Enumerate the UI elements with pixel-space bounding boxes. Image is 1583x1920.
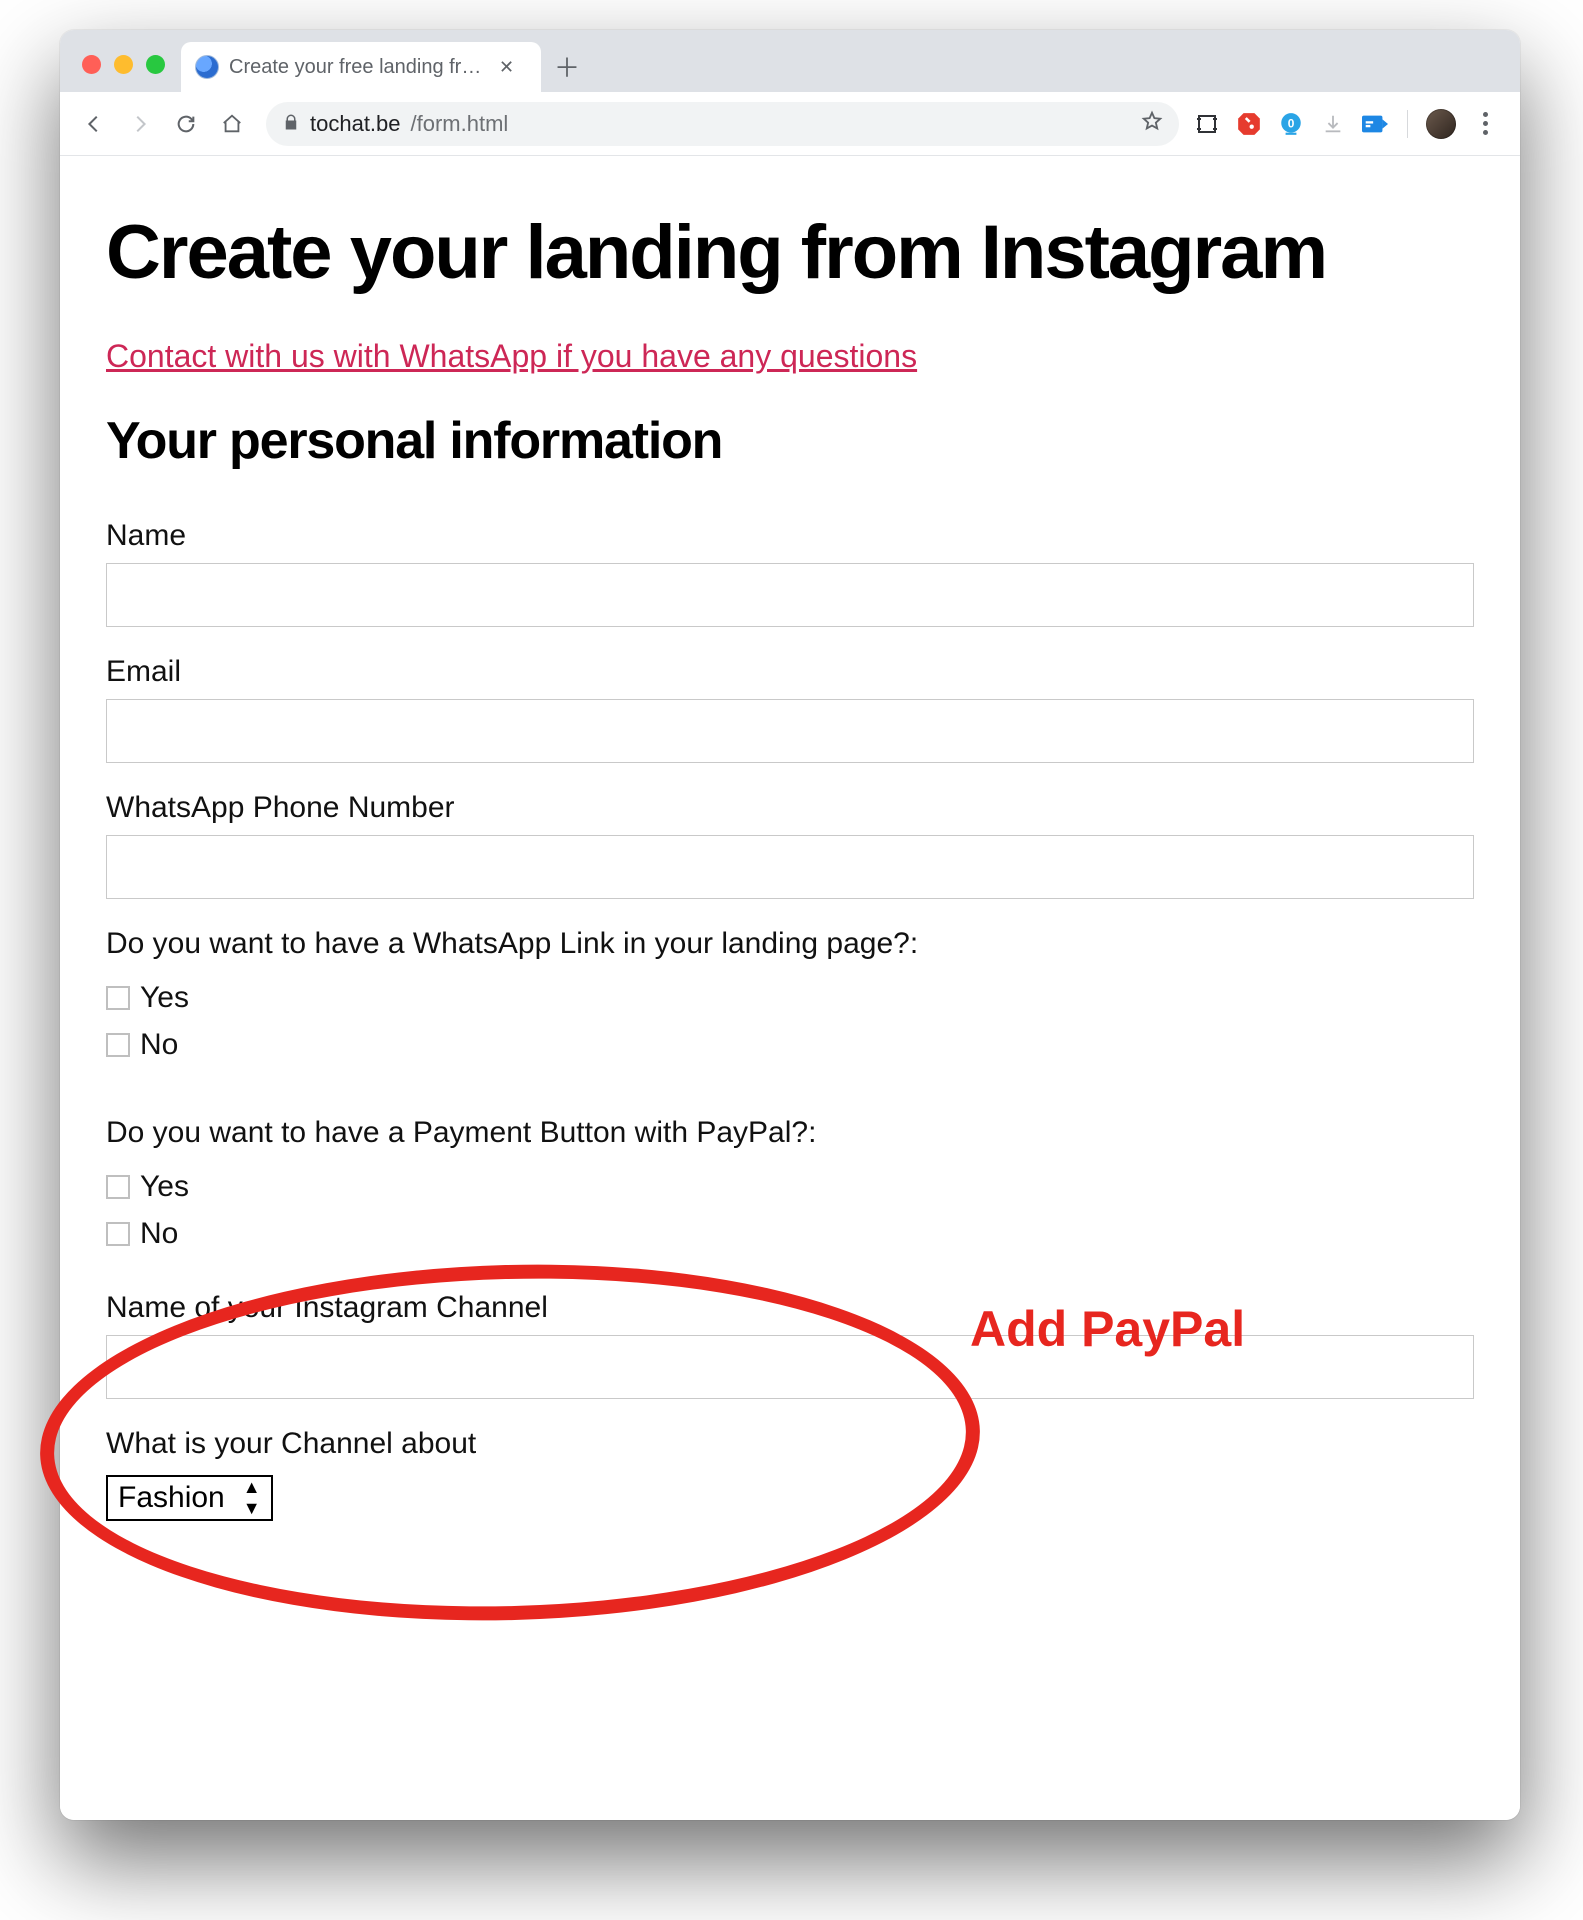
- question-whatsapp-link: Do you want to have a WhatsApp Link in y…: [106, 927, 1474, 961]
- blue-badge-extension-icon[interactable]: 0: [1277, 110, 1305, 138]
- instagram-channel-input[interactable]: [106, 1335, 1474, 1399]
- channel-about-value: Fashion: [118, 1481, 225, 1515]
- crop-extension-icon[interactable]: [1193, 110, 1221, 138]
- extension-icons: 0: [1193, 109, 1506, 139]
- checkbox-icon[interactable]: [106, 1033, 130, 1057]
- profile-avatar[interactable]: [1426, 109, 1456, 139]
- channel-about-select[interactable]: Fashion ▲▼: [106, 1475, 273, 1521]
- option-yes-label: Yes: [140, 975, 189, 1022]
- close-window-button[interactable]: [82, 55, 101, 74]
- field-phone: WhatsApp Phone Number: [106, 791, 1474, 899]
- back-button[interactable]: [74, 104, 114, 144]
- instagram-channel-label: Name of your Instagram Channel: [106, 1291, 1474, 1325]
- contact-whatsapp-link[interactable]: Contact with us with WhatsApp if you hav…: [106, 338, 917, 375]
- adblock-extension-icon[interactable]: [1235, 110, 1263, 138]
- checkbox-icon[interactable]: [106, 1222, 130, 1246]
- download-extension-icon[interactable]: [1319, 110, 1347, 138]
- name-label: Name: [106, 519, 1474, 553]
- section-personal-info: Your personal information: [106, 411, 1474, 471]
- whatsapp-link-no[interactable]: No: [106, 1022, 1474, 1069]
- field-channel-about: What is your Channel about Fashion ▲▼: [106, 1427, 1474, 1521]
- page-title: Create your landing from Instagram: [106, 212, 1474, 294]
- option-no-label: No: [140, 1211, 178, 1258]
- browser-tab[interactable]: Create your free landing from Ins ✕: [181, 42, 541, 92]
- field-instagram-channel: Name of your Instagram Channel: [106, 1291, 1474, 1399]
- paypal-button-yes[interactable]: Yes: [106, 1164, 1474, 1211]
- reload-button[interactable]: [166, 104, 206, 144]
- new-tab-button[interactable]: ＋: [547, 46, 587, 86]
- browser-menu-button[interactable]: [1470, 112, 1500, 135]
- phone-input[interactable]: [106, 835, 1474, 899]
- email-input[interactable]: [106, 699, 1474, 763]
- option-no-label: No: [140, 1022, 178, 1069]
- toolbar-separator: [1407, 110, 1408, 138]
- channel-about-label: What is your Channel about: [106, 1427, 1474, 1461]
- bookmark-star-icon[interactable]: [1141, 110, 1163, 138]
- page-content: Create your landing from Instagram Conta…: [60, 156, 1520, 1820]
- email-label: Email: [106, 655, 1474, 689]
- address-bar[interactable]: tochat.be/form.html: [266, 102, 1179, 146]
- checkbox-icon[interactable]: [106, 986, 130, 1010]
- url-path: /form.html: [411, 111, 509, 137]
- blue-tag-extension-icon[interactable]: [1361, 110, 1389, 138]
- phone-label: WhatsApp Phone Number: [106, 791, 1474, 825]
- forward-button[interactable]: [120, 104, 160, 144]
- question-paypal-button: Do you want to have a Payment Button wit…: [106, 1116, 1474, 1150]
- name-input[interactable]: [106, 563, 1474, 627]
- maximize-window-button[interactable]: [146, 55, 165, 74]
- browser-toolbar: tochat.be/form.html 0: [60, 92, 1520, 156]
- svg-text:0: 0: [1288, 116, 1295, 130]
- field-name: Name: [106, 519, 1474, 627]
- paypal-button-no[interactable]: No: [106, 1211, 1474, 1258]
- window-controls: [74, 55, 175, 92]
- minimize-window-button[interactable]: [114, 55, 133, 74]
- tab-close-icon[interactable]: ✕: [499, 57, 514, 78]
- whatsapp-link-yes[interactable]: Yes: [106, 975, 1474, 1022]
- home-button[interactable]: [212, 104, 252, 144]
- tab-title: Create your free landing from Ins: [229, 56, 489, 79]
- field-email: Email: [106, 655, 1474, 763]
- browser-window: Create your free landing from Ins ✕ ＋: [60, 30, 1520, 1820]
- tab-favicon-icon: [195, 55, 219, 79]
- tab-strip: Create your free landing from Ins ✕ ＋: [60, 30, 1520, 92]
- chevron-up-down-icon: ▲▼: [243, 1477, 261, 1519]
- checkbox-icon[interactable]: [106, 1175, 130, 1199]
- lock-icon: [282, 111, 300, 137]
- url-host: tochat.be: [310, 111, 401, 137]
- option-yes-label: Yes: [140, 1164, 189, 1211]
